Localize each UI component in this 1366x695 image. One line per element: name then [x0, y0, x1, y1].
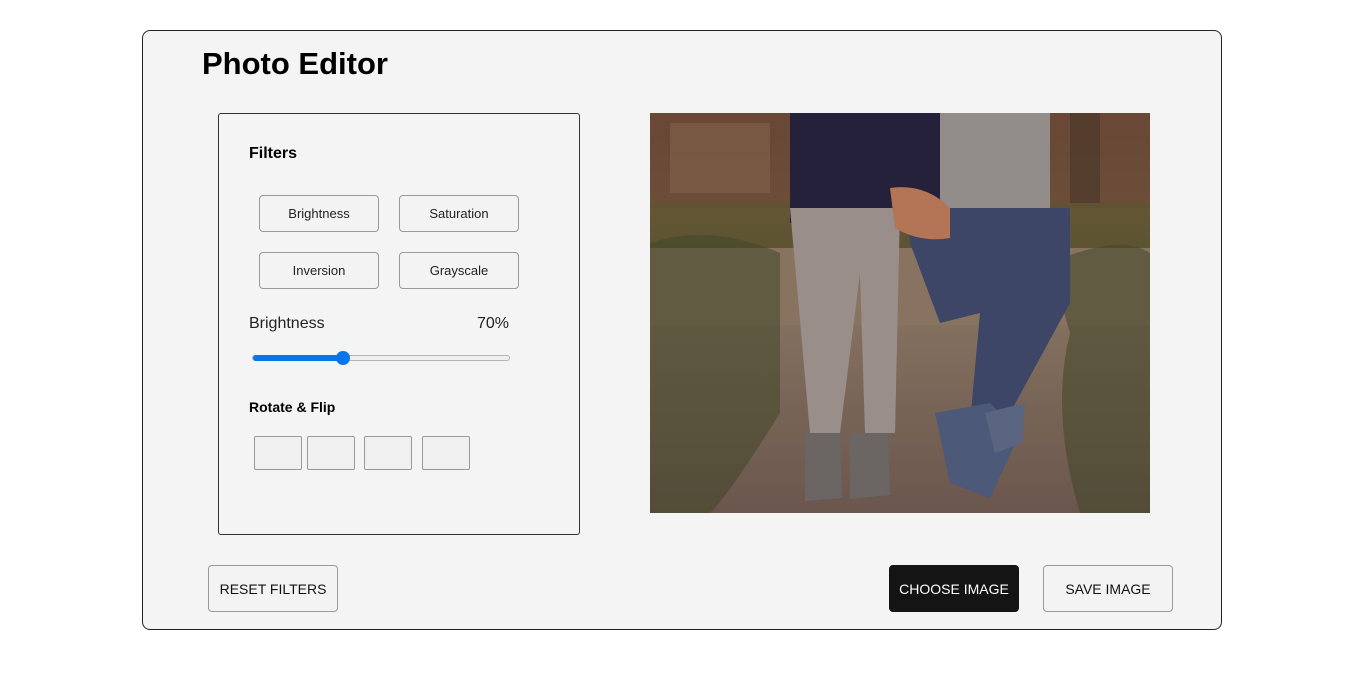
- page-title: Photo Editor: [202, 46, 388, 81]
- slider-fill: [253, 355, 343, 361]
- slider-label: Brightness: [249, 315, 325, 332]
- filter-grayscale-button[interactable]: Grayscale: [399, 252, 519, 289]
- filter-slider[interactable]: [252, 351, 510, 365]
- slider-value: 70%: [476, 315, 509, 332]
- save-image-button[interactable]: SAVE IMAGE: [1043, 565, 1173, 612]
- choose-image-button[interactable]: CHOOSE IMAGE: [889, 565, 1019, 612]
- rotate-right-button[interactable]: [307, 436, 355, 470]
- rotate-flip-heading: Rotate & Flip: [249, 399, 336, 415]
- photo-editor-container: Photo Editor Filters Brightness Saturati…: [142, 30, 1222, 630]
- image-preview: [650, 113, 1150, 513]
- editor-panel: Filters Brightness Saturation Inversion …: [218, 113, 580, 535]
- flip-horizontal-button[interactable]: [364, 436, 412, 470]
- reset-filters-button[interactable]: RESET FILTERS: [208, 565, 338, 612]
- preview-photo: [650, 113, 1150, 513]
- filter-saturation-button[interactable]: Saturation: [399, 195, 519, 232]
- filter-brightness-button[interactable]: Brightness: [259, 195, 379, 232]
- filter-inversion-button[interactable]: Inversion: [259, 252, 379, 289]
- rotate-left-button[interactable]: [254, 436, 302, 470]
- flip-vertical-button[interactable]: [422, 436, 470, 470]
- filters-heading: Filters: [249, 145, 298, 162]
- slider-thumb[interactable]: [336, 351, 350, 365]
